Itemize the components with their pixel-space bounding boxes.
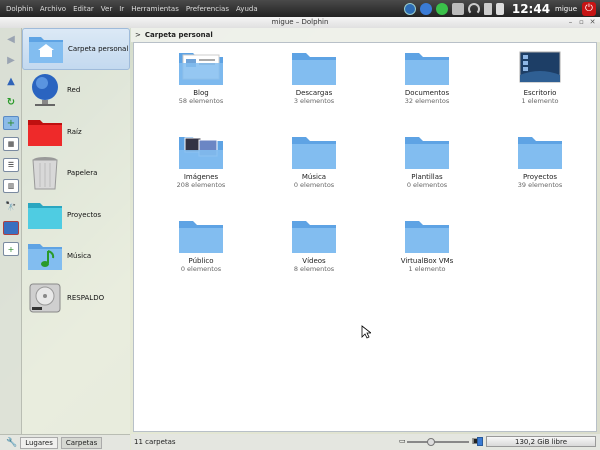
settings-wrench-icon[interactable]: 🔧: [6, 438, 17, 448]
zoom-out-icon[interactable]: ▭: [399, 437, 406, 445]
power-icon[interactable]: ⏻: [582, 1, 596, 16]
place-respaldo[interactable]: RESPALDO: [22, 277, 130, 319]
menu-archivo[interactable]: Archivo: [40, 5, 66, 13]
menu-preferencias[interactable]: Preferencias: [186, 5, 229, 13]
panel-tabs: 🔧 Lugares Carpetas: [0, 434, 130, 450]
file-item[interactable]: Escritorio 1 elemento: [490, 49, 590, 105]
menu-editar[interactable]: Editar: [73, 5, 94, 13]
menu-app[interactable]: Dolphin: [6, 5, 33, 13]
tray-chat-icon[interactable]: [451, 2, 464, 15]
place-red[interactable]: Red: [22, 70, 130, 112]
file-item[interactable]: Imágenes 208 elementos: [151, 133, 251, 189]
folder-icon: [290, 133, 338, 171]
tab-carpetas[interactable]: Carpetas: [60, 436, 103, 449]
battery-icon[interactable]: [495, 2, 504, 15]
file-item[interactable]: VirtualBox VMs 1 elemento: [377, 217, 477, 273]
menu-herramientas[interactable]: Herramientas: [131, 5, 179, 13]
place-proyectos[interactable]: Proyectos: [22, 194, 130, 236]
place-musica[interactable]: Música: [22, 236, 130, 278]
places-panel: Carpeta personal Red Raíz Papelera Proye…: [22, 28, 130, 434]
wifi-icon[interactable]: [467, 2, 480, 15]
folder-icon: [177, 217, 225, 255]
reload-icon[interactable]: ↻: [3, 95, 19, 109]
find-binoculars-icon[interactable]: 🔭: [3, 200, 19, 214]
mouse-cursor-icon: [361, 325, 371, 339]
music-folder-icon: [26, 238, 64, 274]
place-raiz[interactable]: Raíz: [22, 111, 130, 153]
place-papelera[interactable]: Papelera: [22, 153, 130, 195]
zoom-slider-handle[interactable]: [427, 438, 435, 446]
status-summary: 11 carpetas: [134, 438, 176, 446]
menu-ayuda[interactable]: Ayuda: [236, 5, 258, 13]
details-view-icon[interactable]: ☰: [3, 158, 19, 172]
tray-app-icon[interactable]: [403, 2, 416, 15]
status-bar: 11 carpetas ▭ ▣ 130,2 GiB libre: [131, 434, 600, 450]
folder-icon: [290, 49, 338, 87]
volume-icon[interactable]: [483, 2, 492, 15]
place-carpeta-personal[interactable]: Carpeta personal: [22, 28, 130, 70]
pictures-folder-icon: [177, 133, 225, 171]
hard-drive-icon: [26, 280, 64, 316]
up-icon[interactable]: ▲: [3, 74, 19, 88]
columns-view-icon[interactable]: ▥: [3, 179, 19, 193]
file-item[interactable]: Público 0 elementos: [151, 217, 251, 273]
trash-icon: [26, 155, 64, 191]
menu-ver[interactable]: Ver: [101, 5, 112, 13]
window-title: migue – Dolphin: [271, 18, 329, 26]
breadcrumb[interactable]: > Carpeta personal: [131, 28, 600, 42]
split-view-icon[interactable]: +: [3, 242, 19, 256]
folder-icon: [403, 133, 451, 171]
file-item[interactable]: Música 0 elementos: [264, 133, 364, 189]
projects-folder-icon: [26, 197, 64, 233]
new-folder-icon[interactable]: +: [3, 116, 19, 130]
file-item[interactable]: Vídeos 8 elementos: [264, 217, 364, 273]
forward-icon[interactable]: ▶: [3, 53, 19, 67]
folder-icon: [403, 49, 451, 87]
menu-bar: Dolphin Archivo Editar Ver Ir Herramient…: [0, 0, 265, 17]
chevron-right-icon: >: [135, 31, 141, 39]
file-item[interactable]: Proyectos 39 elementos: [490, 133, 590, 189]
tray-blue-icon[interactable]: [419, 2, 432, 15]
top-panel: Dolphin Archivo Editar Ver Ir Herramient…: [0, 0, 600, 17]
file-item[interactable]: Documentos 32 elementos: [377, 49, 477, 105]
minimize-icon[interactable]: –: [566, 18, 575, 27]
icon-view-icon[interactable]: ▦: [3, 137, 19, 151]
tray-smiley-icon[interactable]: [435, 2, 448, 15]
root-folder-icon: [26, 114, 64, 150]
file-view[interactable]: Blog 58 elementos Descargas 3 elementos …: [133, 42, 597, 432]
user-name[interactable]: migue: [555, 5, 577, 13]
close-icon[interactable]: ✕: [588, 18, 597, 27]
folder-icon: [516, 133, 564, 171]
free-space-indicator[interactable]: 130,2 GiB libre: [477, 436, 596, 447]
menu-ir[interactable]: Ir: [119, 5, 124, 13]
file-item[interactable]: Descargas 3 elementos: [264, 49, 364, 105]
zoom-slider[interactable]: ▭ ▣: [399, 436, 480, 446]
maximize-icon[interactable]: ▫: [577, 18, 586, 27]
drive-icon: [477, 437, 483, 446]
blog-folder-icon: [177, 49, 225, 87]
toolbar: ◀ ▶ ▲ ↻ + ▦ ☰ ▥ 🔭 +: [0, 28, 22, 450]
desktop-folder-icon: [516, 49, 564, 87]
network-globe-icon: [26, 72, 64, 108]
home-folder-icon: [27, 31, 65, 67]
window-titlebar[interactable]: migue – Dolphin – ▫ ✕: [0, 17, 600, 28]
file-item[interactable]: Blog 58 elementos: [151, 49, 251, 105]
preview-icon[interactable]: [3, 221, 19, 235]
system-tray: 12:44 migue ⏻: [403, 0, 600, 17]
back-icon[interactable]: ◀: [3, 32, 19, 46]
tab-lugares[interactable]: Lugares: [20, 436, 58, 449]
folder-icon: [403, 217, 451, 255]
breadcrumb-label[interactable]: Carpeta personal: [145, 31, 213, 39]
clock[interactable]: 12:44: [512, 2, 550, 16]
folder-icon: [290, 217, 338, 255]
file-item[interactable]: Plantillas 0 elementos: [377, 133, 477, 189]
